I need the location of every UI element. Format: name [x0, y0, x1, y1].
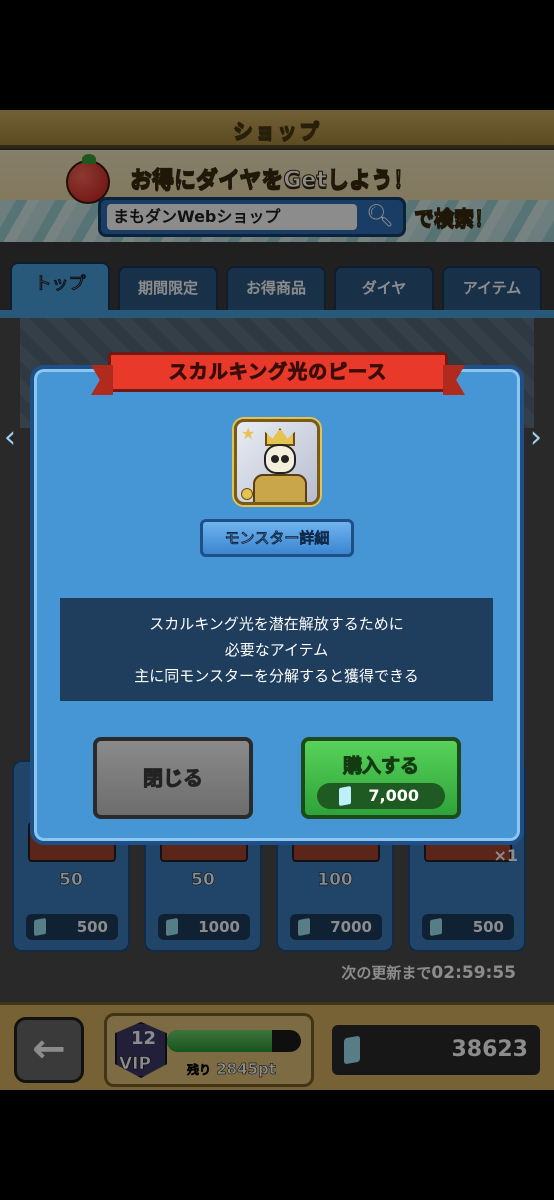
item-description: スカルキング光を潜在解放するために 必要なアイテム 主に同モンスターを分解すると…: [60, 598, 493, 701]
description-line: スカルキング光を潜在解放するために: [149, 615, 404, 633]
shop-screen: ショップ お得にダイヤをGetしよう！ まもダンWebショップ 🔍︎ で検索！ …: [0, 110, 554, 1090]
close-button[interactable]: 閉じる: [93, 737, 253, 819]
star-icon: ★: [241, 424, 256, 443]
modal-title: スカルキング光のピース: [108, 352, 448, 392]
description-line: 必要なアイテム: [224, 641, 329, 659]
monster-body: [253, 474, 307, 502]
buy-button[interactable]: 購入する 7,000: [301, 737, 461, 819]
chevron-right-icon: ›: [530, 420, 542, 455]
element-orb-icon: [241, 488, 253, 500]
monster-portrait: ★: [234, 419, 320, 505]
skull-icon: [264, 444, 296, 474]
description-line: 主に同モンスターを分解すると獲得できる: [134, 667, 419, 685]
diamond-icon: [339, 785, 351, 807]
buy-cost: 7,000: [317, 783, 445, 809]
monster-detail-button[interactable]: モンスター詳細: [200, 519, 354, 557]
buy-button-label: 購入する: [342, 755, 419, 778]
chevron-left-icon: ‹: [4, 420, 16, 455]
buy-cost-value: 7,000: [368, 786, 419, 805]
